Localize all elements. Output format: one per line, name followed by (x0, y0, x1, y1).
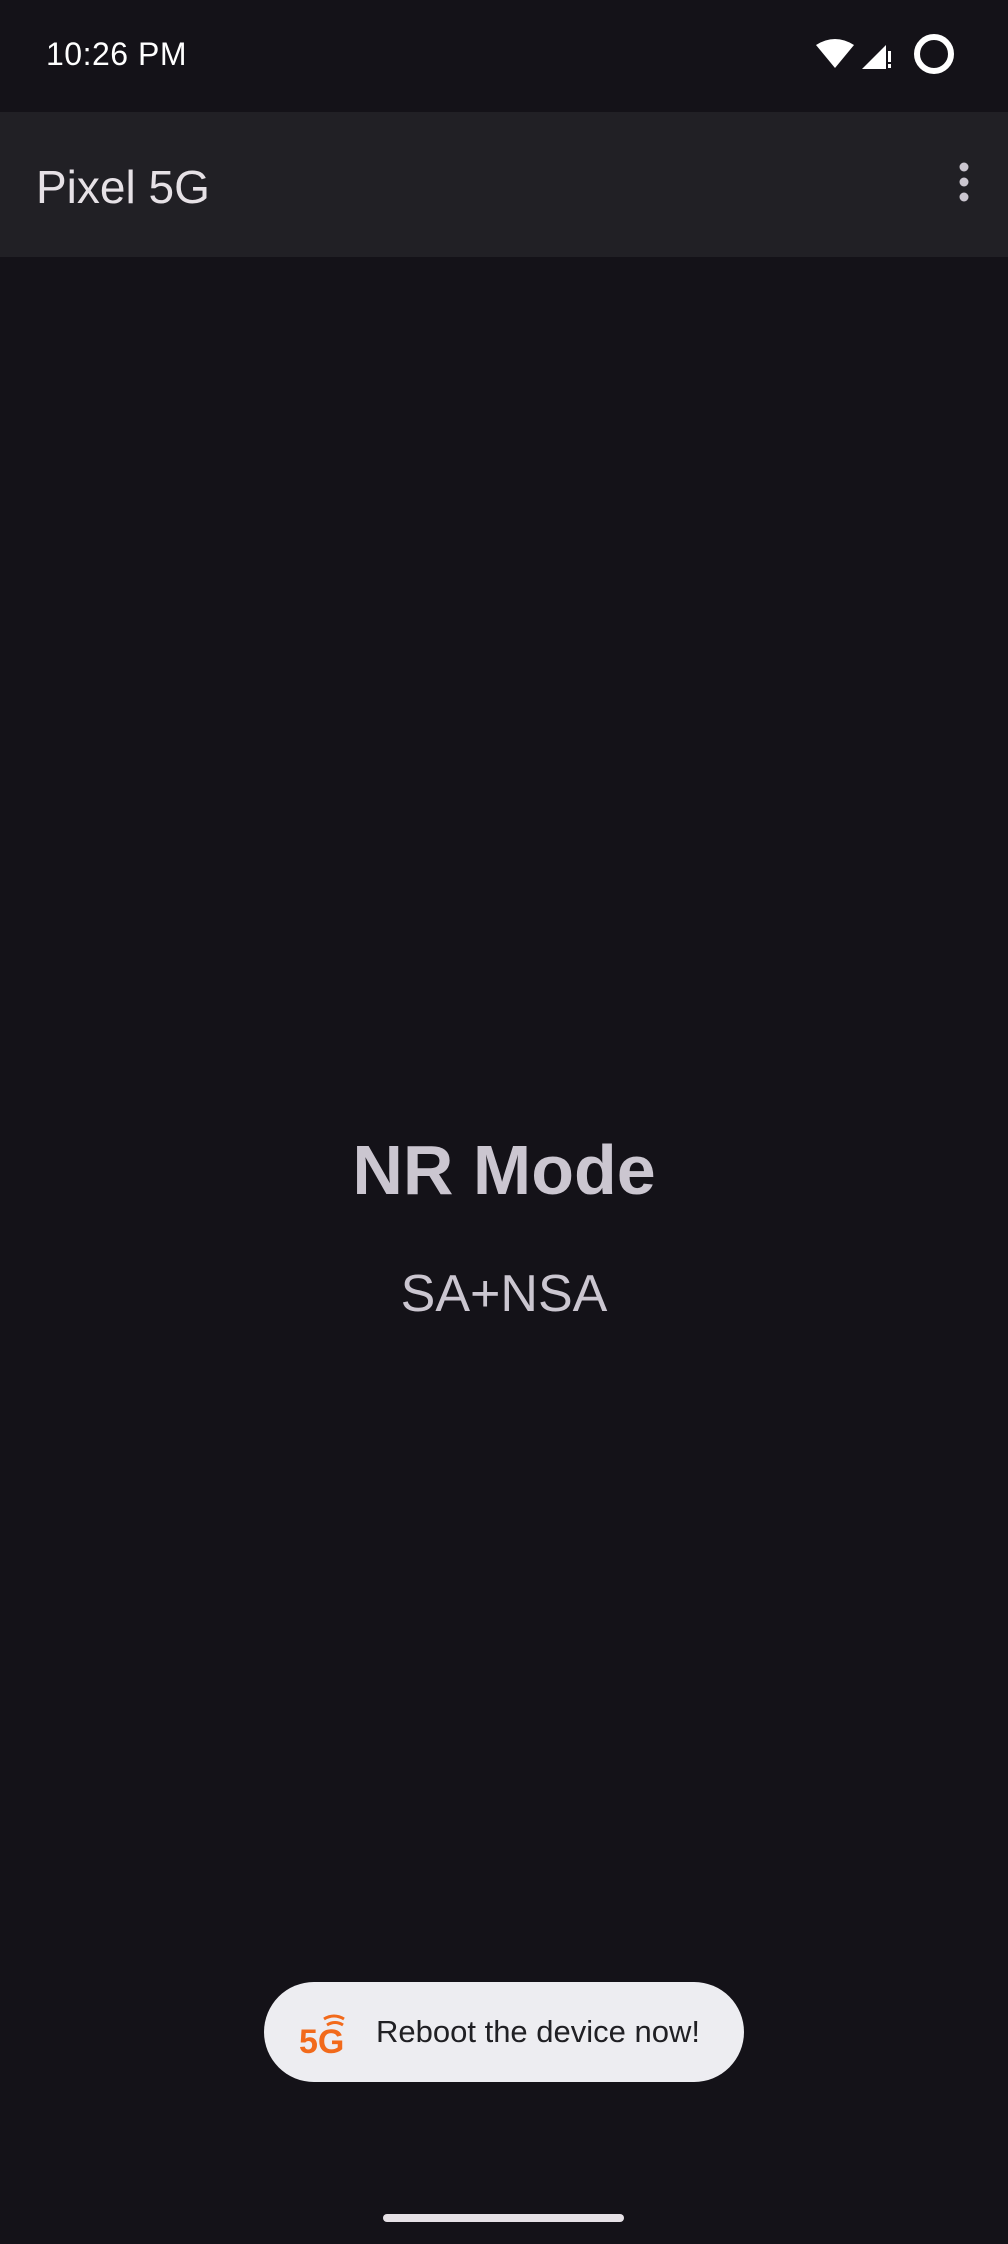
toast: 5G Reboot the device now! (264, 1982, 744, 2082)
svg-text:5G: 5G (299, 2023, 344, 2059)
more-options-button[interactable] (942, 150, 986, 218)
wifi-icon (816, 38, 854, 74)
home-indicator[interactable] (383, 2214, 624, 2222)
toast-message: Reboot the device now! (376, 2014, 700, 2049)
nr-mode-heading: NR Mode (352, 1131, 656, 1209)
status-icons (816, 32, 956, 81)
nr-mode-value: SA+NSA (400, 1265, 608, 1323)
more-vert-icon (958, 162, 970, 207)
main-content: NR Mode SA+NSA (0, 257, 1008, 2244)
circle-status-icon (912, 32, 956, 81)
status-bar: 10:26 PM (0, 0, 1008, 112)
cell-signal-icon (862, 39, 892, 74)
status-time: 10:26 PM (46, 36, 187, 72)
5g-logo-icon: 5G (298, 2005, 352, 2059)
app-bar: Pixel 5G (0, 112, 1008, 257)
app-title: Pixel 5G (36, 161, 210, 213)
